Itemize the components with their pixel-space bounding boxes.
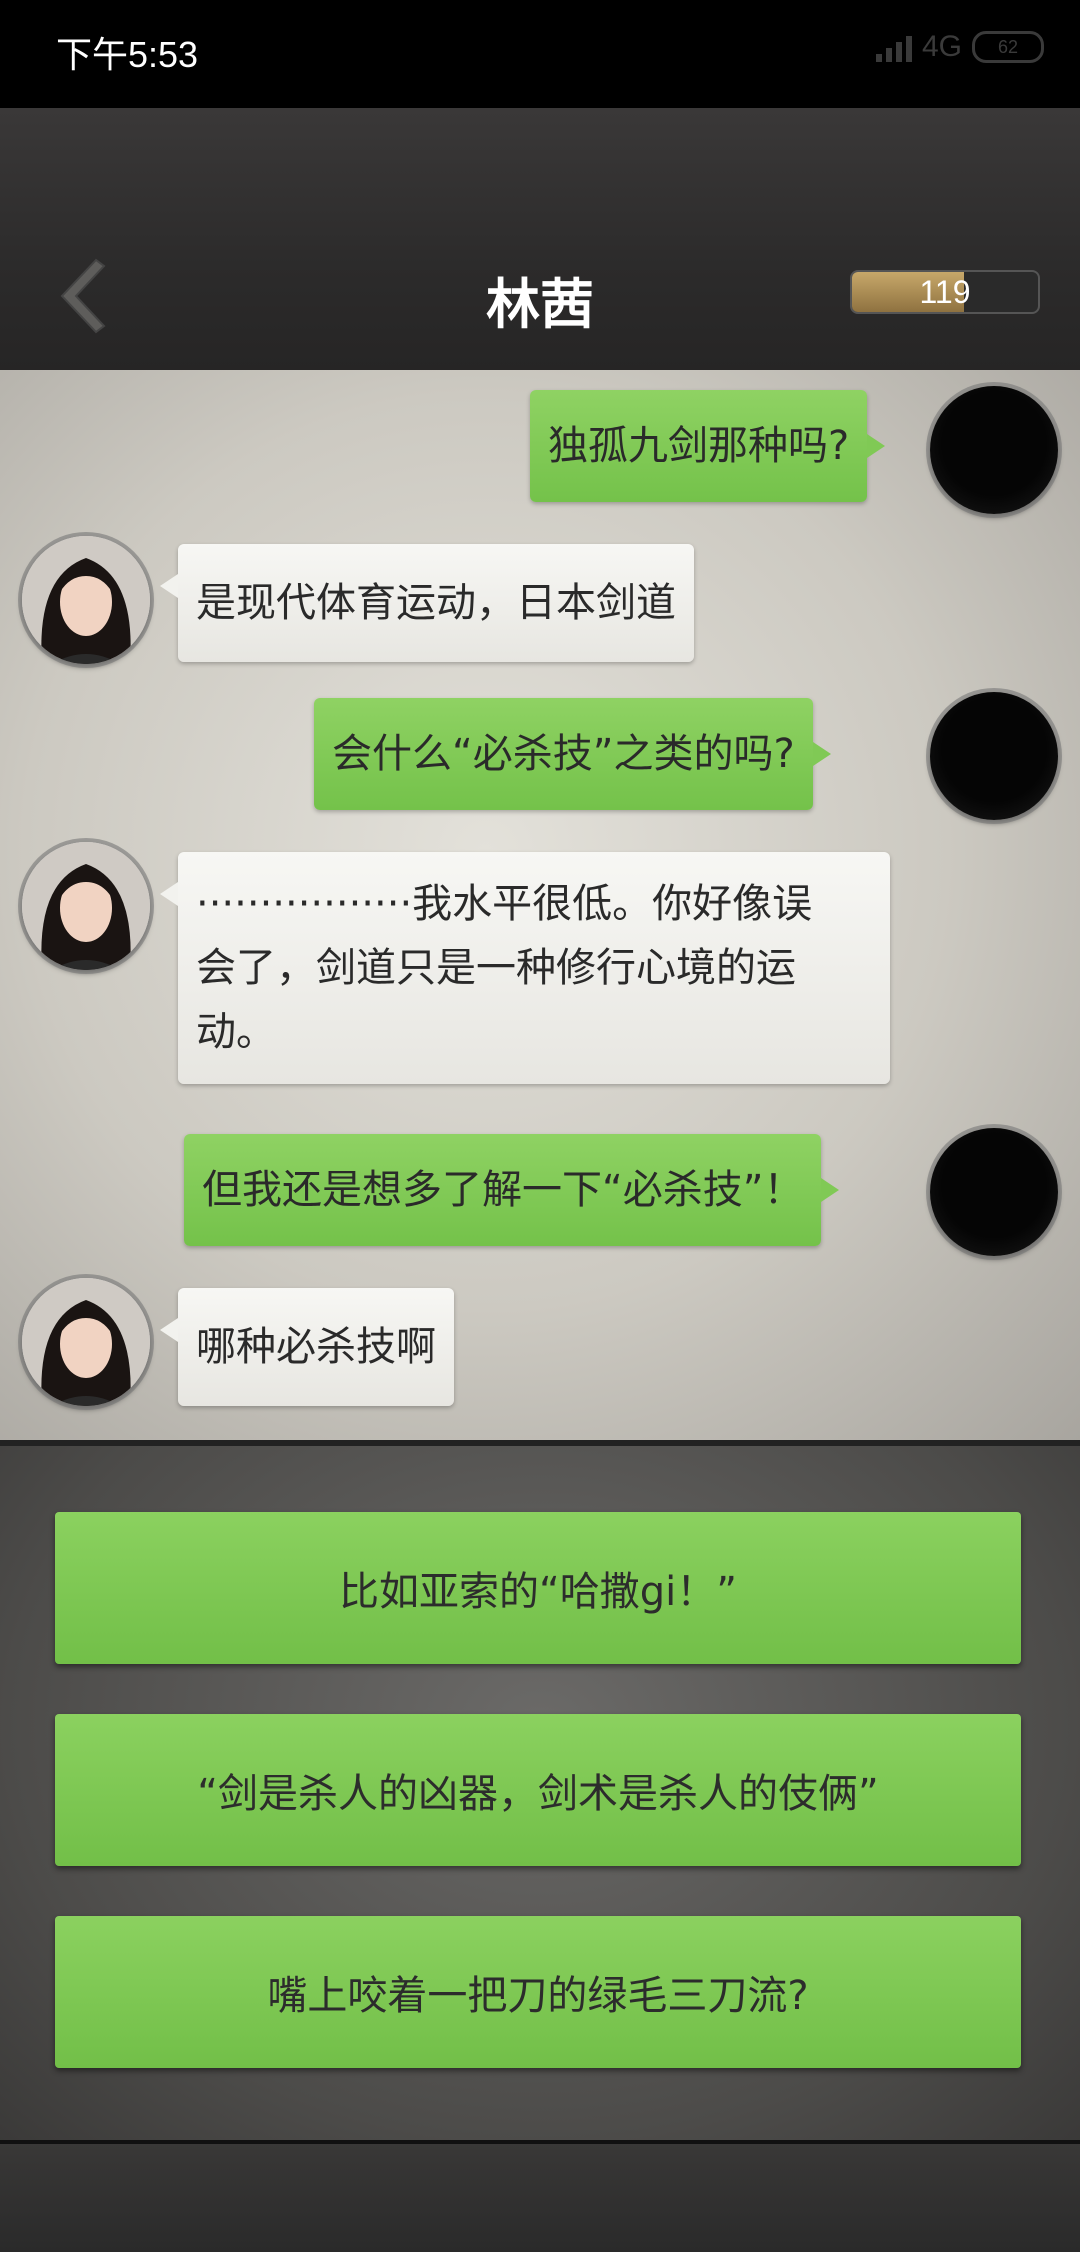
message-text: 会什么“必杀技”之类的吗? [332, 731, 795, 777]
status-time: 下午5:53 [56, 34, 199, 75]
contact-avatar[interactable] [22, 1278, 150, 1406]
battery-icon: 62 [972, 31, 1044, 63]
message-text-line: 会了，剑道只是一种修行心境的运 [196, 945, 796, 991]
energy-meter: 119 [850, 270, 1040, 314]
message-text-line: 动。 [196, 1009, 276, 1055]
reply-option-label: 比如亚索的“哈撒gi！” [339, 1569, 737, 1615]
signal-icon [875, 32, 912, 62]
contact-avatar[interactable] [22, 842, 150, 970]
contact-avatar[interactable] [22, 536, 150, 664]
girl-portrait-icon [22, 536, 150, 664]
message-text: 但我还是想多了解一下“必杀技”！ [202, 1167, 804, 1213]
reply-options-panel: 比如亚索的“哈撒gi！” “剑是杀人的凶器，剑术是杀人的伎俩” 嘴上咬着一把刀的… [0, 1440, 1080, 2146]
energy-value: 119 [919, 274, 971, 310]
chat-header: 林茜 119 [0, 108, 1080, 374]
my-avatar[interactable] [930, 1128, 1058, 1256]
contact-message-bubble: ·················我水平很低。你好像误 会了，剑道只是一种修行心… [160, 852, 890, 1084]
reply-option-label: 嘴上咬着一把刀的绿毛三刀流? [267, 1973, 809, 2019]
girl-portrait-icon [22, 842, 150, 970]
contact-message-bubble: 哪种必杀技啊 [160, 1288, 454, 1406]
message-text-line: ·················我水平很低。你好像误 [196, 881, 813, 927]
my-avatar[interactable] [930, 386, 1058, 514]
bottom-bar [0, 2140, 1080, 2252]
network-type: 4G [921, 30, 962, 63]
battery-level: 62 [997, 36, 1019, 57]
message-text: 是现代体育运动，日本剑道 [196, 580, 676, 626]
chat-area: 独孤九剑那种吗? 是现代体育运动，日本剑道 会什么“必杀技”之类的吗? ····… [0, 370, 1080, 1440]
reply-option-button[interactable]: 嘴上咬着一把刀的绿毛三刀流? [55, 1916, 1021, 2068]
status-icons: 4G 62 [875, 30, 1044, 64]
my-message-bubble: 独孤九剑那种吗? [530, 390, 886, 502]
message-text: 哪种必杀技啊 [196, 1324, 436, 1370]
reply-option-button[interactable]: 比如亚索的“哈撒gi！” [55, 1512, 1021, 1664]
my-avatar[interactable] [930, 692, 1058, 820]
my-message-bubble: 会什么“必杀技”之类的吗? [314, 698, 831, 810]
my-message-bubble: 但我还是想多了解一下“必杀技”！ [184, 1134, 840, 1246]
girl-portrait-icon [22, 1278, 150, 1406]
reply-option-button[interactable]: “剑是杀人的凶器，剑术是杀人的伎俩” [55, 1714, 1021, 1866]
reply-option-label: “剑是杀人的凶器，剑术是杀人的伎俩” [197, 1771, 879, 1817]
contact-message-bubble: 是现代体育运动，日本剑道 [160, 544, 694, 662]
status-bar: 下午5:53 4G 62 [0, 0, 1080, 108]
message-text: 独孤九剑那种吗? [548, 423, 850, 469]
